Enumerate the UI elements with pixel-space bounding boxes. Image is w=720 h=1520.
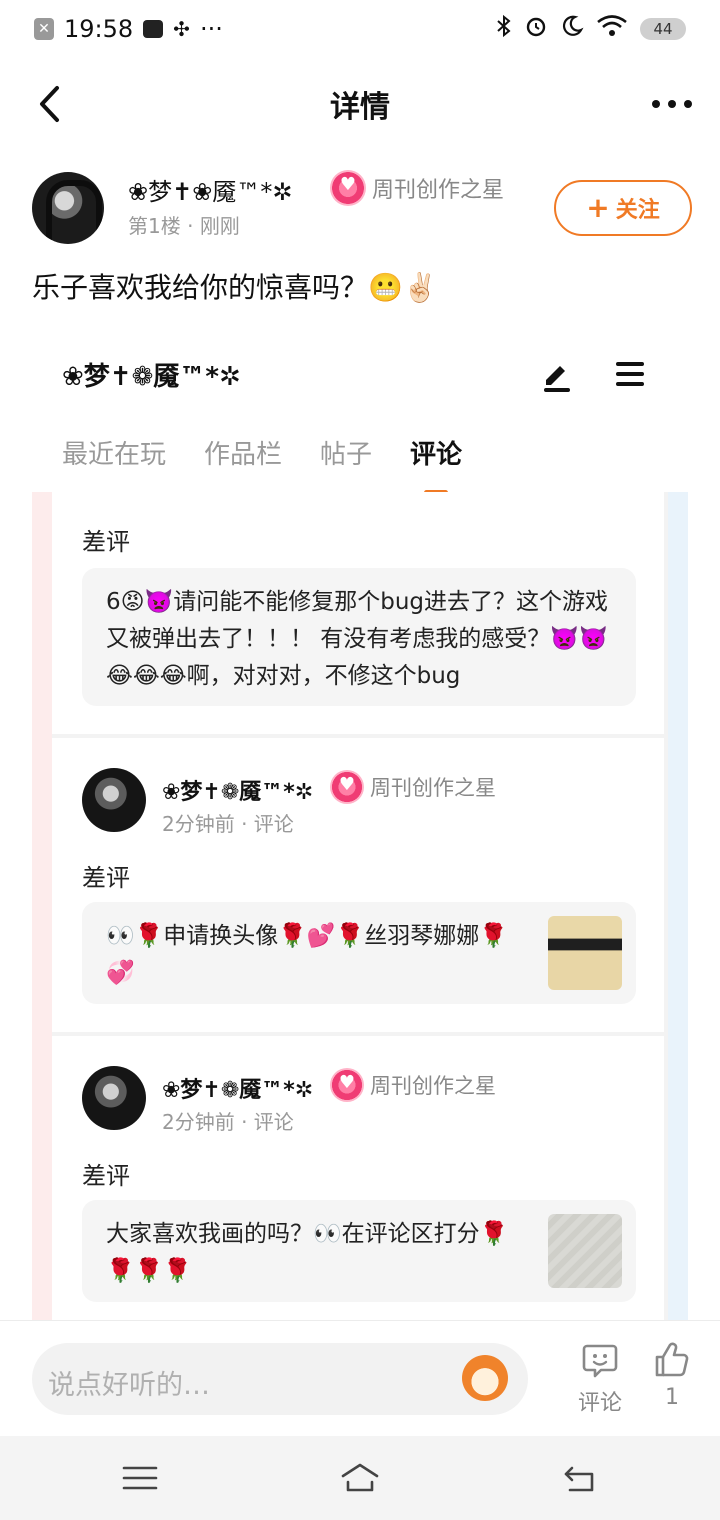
- review-meta: 2分钟前 · 评论: [162, 1110, 294, 1134]
- message-icon: [143, 20, 164, 38]
- star-badge-icon: [330, 1068, 364, 1102]
- system-nav-bar: [0, 1436, 720, 1520]
- review-card: ❀梦✝❁魇™*✲ 周刊创作之星 2分钟前 · 评论 差评 大家喜欢我画的吗？👀在…: [52, 1036, 664, 1320]
- status-left: ✕ 19:58 ✣ ···: [34, 15, 223, 43]
- reviewer-badge-label: 周刊创作之星: [370, 1074, 496, 1098]
- post-floor: 第1楼: [128, 214, 181, 238]
- wifi-icon: [596, 14, 628, 44]
- review-quote: 大家喜欢我画的吗？👀在评论区打分🌹🌹🌹🌹: [82, 1200, 636, 1302]
- chevron-left-icon: [40, 86, 59, 122]
- menu-icon: [616, 362, 644, 386]
- comment-button[interactable]: 评论: [568, 1341, 632, 1417]
- post-text: 乐子喜欢我给你的惊喜吗？😬✌🏻: [32, 271, 438, 304]
- star-badge-icon: [330, 770, 364, 804]
- follow-label: 关注: [615, 198, 660, 223]
- author-badge[interactable]: 周刊创作之星: [330, 170, 504, 206]
- post-author-row: ❀梦✝❀魇™*✲ 周刊创作之星 第1楼 · 刚刚 + 关注: [32, 170, 692, 250]
- reviewer-badge: 周刊创作之星: [330, 770, 496, 804]
- review-quote: 👀🌹申请换头像🌹💕🌹丝羽琴娜娜🌹💞: [82, 902, 636, 1004]
- thumbs-up-icon: [655, 1342, 689, 1377]
- comment-placeholder: 说点好听的…: [48, 1370, 210, 1401]
- nav-back-button[interactable]: [550, 1458, 610, 1498]
- reviewer-avatar: [82, 1066, 146, 1130]
- review-quote: 6😡👿请问能不能修复那个bug进去了？这个游戏又被弹出去了！！！ 有没有考虑我的…: [82, 568, 636, 706]
- more-dot-icon: [668, 100, 676, 108]
- embed-profile-header: ❀梦✝❁魇™*✲ 最近在玩 作品栏 帖子 评论: [32, 336, 688, 495]
- follow-button[interactable]: + 关注: [554, 180, 692, 236]
- app-header: 详情: [0, 66, 720, 142]
- post-meta: 第1楼 · 刚刚: [128, 210, 240, 239]
- menu-lines-icon: [122, 1466, 158, 1490]
- reviewer-name: ❀梦✝❁魇™*✲: [162, 780, 314, 805]
- home-icon: [341, 1463, 379, 1492]
- back-arrow-icon: [564, 1466, 594, 1492]
- comment-bar: 说点好听的… 评论 1: [0, 1320, 720, 1436]
- post-image[interactable]: ❀梦✝❁魇™*✲ 最近在玩 作品栏 帖子 评论 差评 6😡👿请问能不能修复那个b…: [32, 336, 688, 1320]
- status-bar: ✕ 19:58 ✣ ··· 44: [0, 0, 720, 58]
- fan-icon: ✣: [173, 17, 190, 41]
- reviewer-badge-label: 周刊创作之星: [370, 776, 496, 800]
- plus-icon: +: [586, 191, 610, 224]
- moon-icon: [560, 14, 584, 44]
- embed-tabs: 最近在玩 作品栏 帖子 评论: [62, 434, 462, 495]
- reviewer-badge: 周刊创作之星: [330, 1068, 496, 1102]
- like-count: 1: [665, 1385, 679, 1410]
- game-thumbnail: [548, 916, 622, 990]
- side-strip-right: [668, 492, 688, 1320]
- star-badge-icon: [330, 170, 366, 206]
- more-notifications-icon: ···: [199, 15, 223, 43]
- status-right: 44: [496, 14, 686, 44]
- tab-recent-play: 最近在玩: [62, 440, 167, 470]
- game-thumbnail: [548, 1214, 622, 1288]
- review-card: 差评 6😡👿请问能不能修复那个bug进去了？这个游戏又被弹出去了！！！ 有没有考…: [52, 492, 664, 734]
- review-rating: 差评: [82, 1162, 130, 1190]
- nav-menu-button[interactable]: [110, 1458, 170, 1498]
- review-meta: 2分钟前 · 评论: [162, 812, 294, 836]
- embed-review-feed: 差评 6😡👿请问能不能修复那个bug进去了？这个游戏又被弹出去了！！！ 有没有考…: [32, 492, 688, 1320]
- side-strip-left: [32, 492, 52, 1320]
- back-button[interactable]: [28, 80, 72, 128]
- post-time: 刚刚: [199, 214, 240, 238]
- author-name[interactable]: ❀梦✝❀魇™*✲: [128, 172, 292, 207]
- edit-icon: [544, 366, 570, 392]
- comment-label: 评论: [577, 1391, 622, 1416]
- meta-separator: ·: [187, 214, 200, 238]
- tab-posts: 帖子: [320, 440, 373, 470]
- nav-home-button[interactable]: [330, 1458, 390, 1498]
- more-dot-icon: [652, 100, 660, 108]
- review-quote-text: 👀🌹申请换头像🌹💕🌹丝羽琴娜娜🌹💞: [106, 923, 508, 986]
- more-button[interactable]: [648, 86, 696, 122]
- battery-indicator: 44: [640, 18, 686, 40]
- more-dot-icon: [684, 100, 692, 108]
- review-rating: 差评: [82, 864, 130, 892]
- comment-icon: [582, 1344, 618, 1378]
- page-title: 详情: [330, 90, 390, 125]
- tab-reviews: 评论: [410, 434, 462, 495]
- tab-works: 作品栏: [204, 440, 283, 470]
- review-quote-text: 大家喜欢我画的吗？👀在评论区打分🌹🌹🌹🌹: [106, 1221, 509, 1284]
- comment-input[interactable]: 说点好听的…: [32, 1343, 528, 1415]
- embed-username: ❀梦✝❁魇™*✲: [62, 362, 241, 392]
- like-button[interactable]: 1: [640, 1341, 704, 1410]
- review-rating: 差评: [82, 528, 130, 556]
- mascot-emoji-icon[interactable]: [462, 1355, 508, 1401]
- status-time: 19:58: [64, 15, 134, 43]
- bluetooth-icon: [496, 14, 512, 44]
- author-avatar[interactable]: [32, 172, 104, 244]
- reviewer-avatar: [82, 768, 146, 832]
- author-badge-label: 周刊创作之星: [372, 178, 505, 203]
- close-box-icon: ✕: [34, 18, 54, 40]
- reviewer-name: ❀梦✝❁魇™*✲: [162, 1078, 314, 1103]
- alarm-icon: [524, 14, 548, 44]
- review-card: ❀梦✝❁魇™*✲ 周刊创作之星 2分钟前 · 评论 差评 👀🌹申请换头像🌹💕🌹丝…: [52, 738, 664, 1032]
